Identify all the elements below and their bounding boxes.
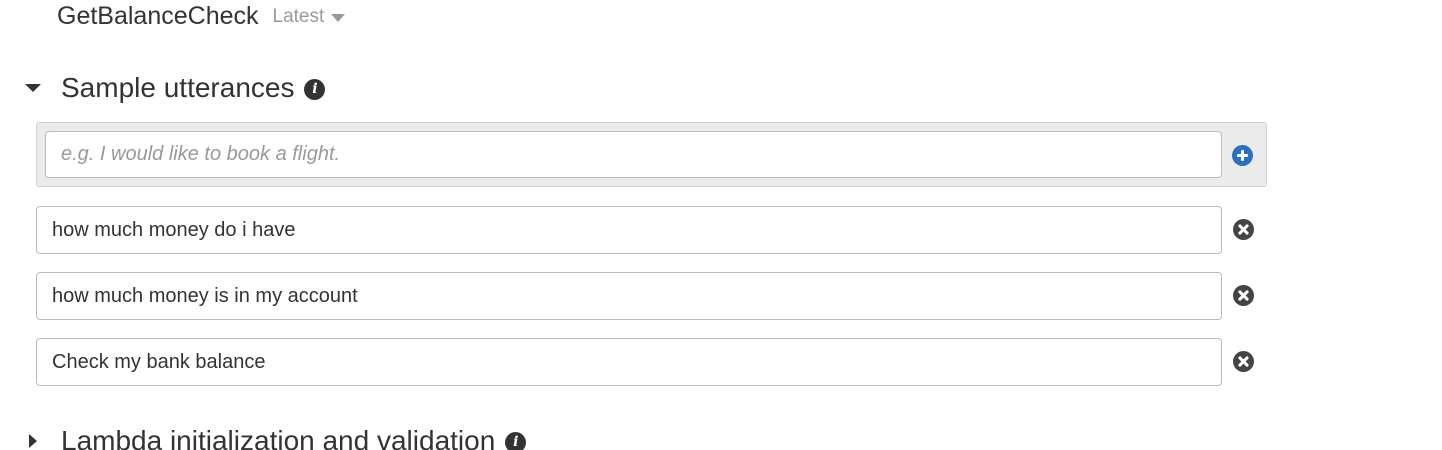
remove-utterance-icon[interactable]: [1233, 285, 1254, 306]
new-utterance-container: [36, 122, 1267, 187]
remove-utterance-icon[interactable]: [1233, 351, 1254, 372]
lambda-section-header[interactable]: Lambda initialization and validation i: [24, 425, 527, 450]
collapse-toggle[interactable]: [24, 79, 42, 97]
triangle-down-icon: [25, 84, 41, 92]
version-dropdown[interactable]: Latest: [273, 6, 346, 28]
utterance-input[interactable]: [36, 272, 1222, 320]
section-title: Lambda initialization and validation: [61, 425, 496, 450]
section-title: Sample utterances: [61, 72, 295, 103]
utterance-row: [36, 272, 1266, 320]
utterance-input[interactable]: [36, 206, 1222, 254]
expand-toggle[interactable]: [24, 432, 42, 450]
caret-down-icon: [331, 13, 346, 22]
info-icon[interactable]: i: [304, 79, 326, 100]
version-label: Latest: [272, 5, 325, 27]
info-icon[interactable]: i: [505, 432, 527, 450]
sample-utterances-header[interactable]: Sample utterances i: [24, 72, 326, 104]
intent-name: GetBalanceCheck: [57, 2, 259, 30]
intent-header: GetBalanceCheck Latest: [57, 2, 346, 31]
new-utterance-input[interactable]: [45, 131, 1222, 178]
triangle-right-icon: [29, 434, 37, 448]
remove-utterance-icon[interactable]: [1233, 219, 1254, 240]
intent-editor: GetBalanceCheck Latest Sample utterances…: [0, 0, 1442, 450]
utterance-row: [36, 206, 1266, 254]
add-utterance-icon[interactable]: [1232, 145, 1253, 166]
utterance-input[interactable]: [36, 338, 1222, 386]
utterance-row: [36, 338, 1266, 386]
